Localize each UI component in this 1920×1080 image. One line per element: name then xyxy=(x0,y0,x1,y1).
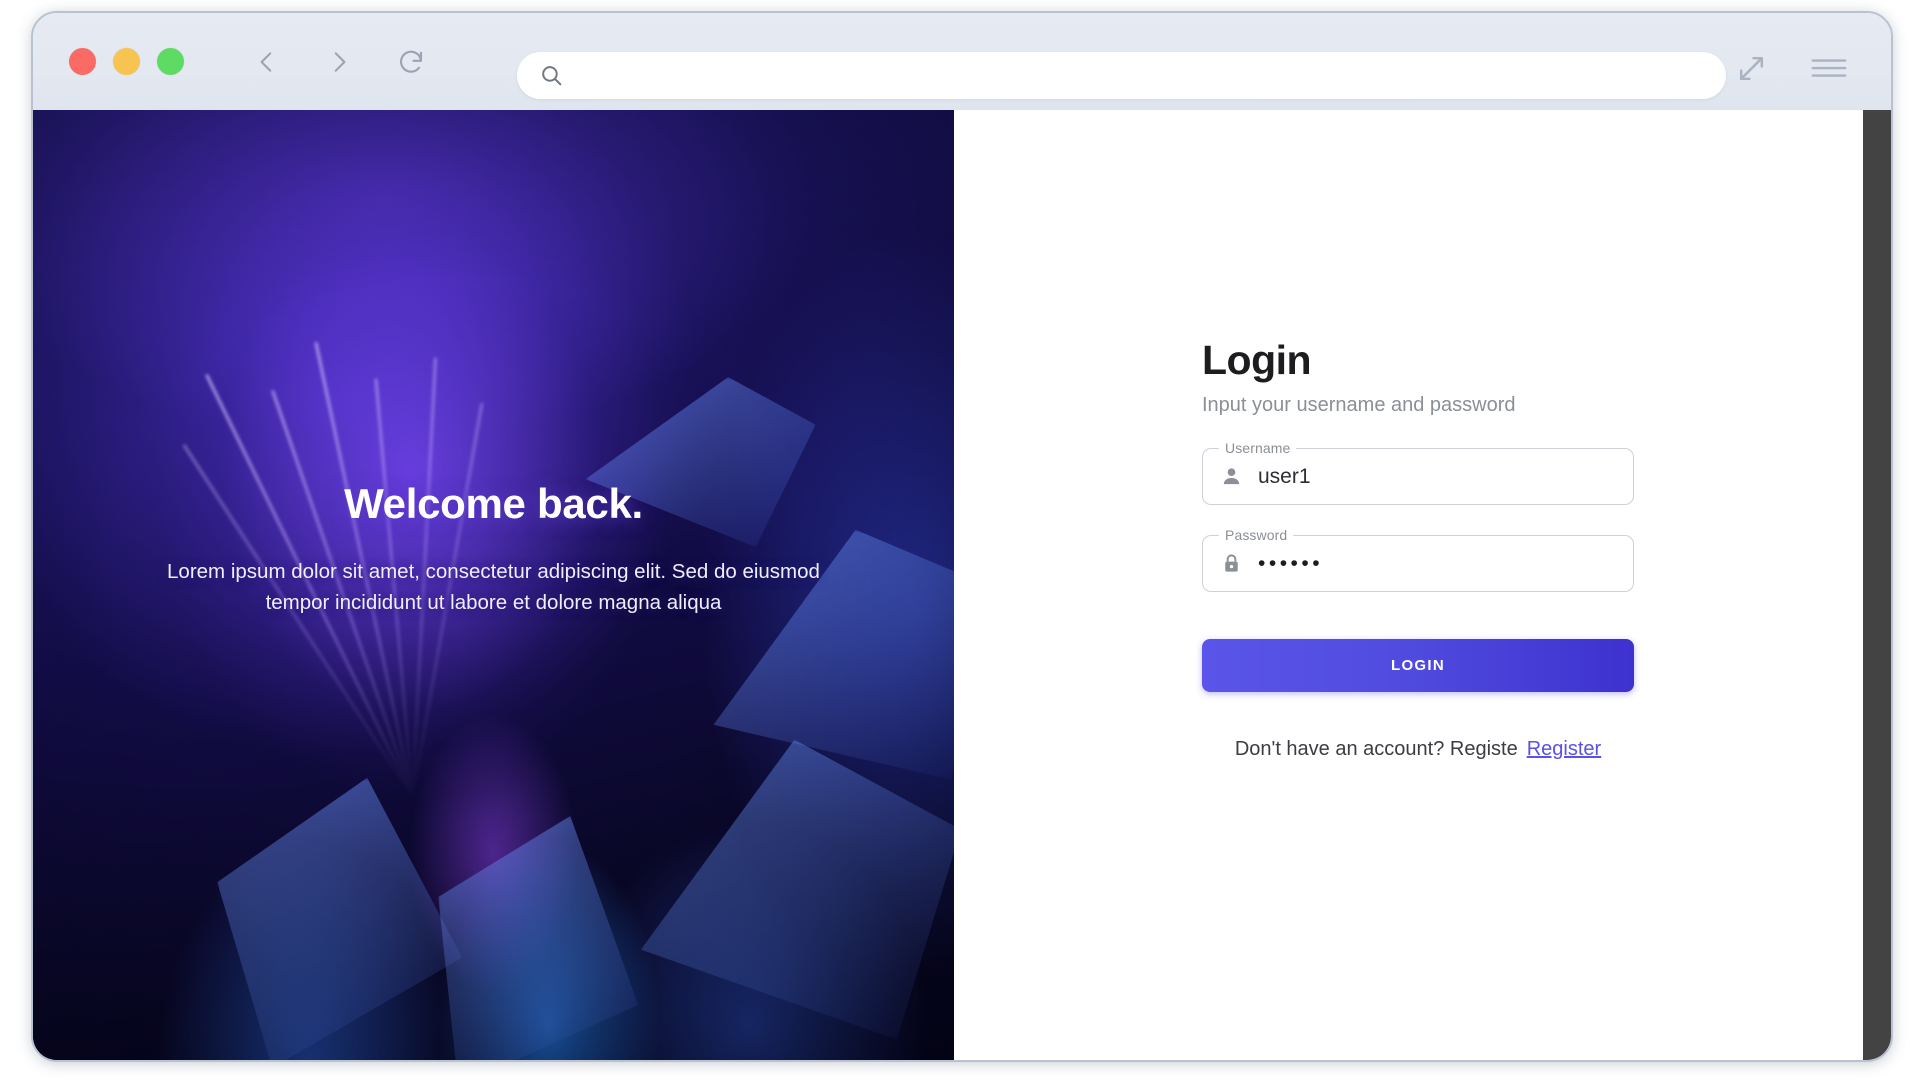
login-panel: Login Input your username and password U… xyxy=(954,110,1891,1060)
register-row: Don't have an account? Registe Register xyxy=(1202,738,1634,761)
username-input[interactable] xyxy=(1258,464,1619,489)
hero-text-block: Welcome back. Lorem ipsum dolor sit amet… xyxy=(33,480,954,618)
password-label: Password xyxy=(1219,527,1294,543)
username-label: Username xyxy=(1219,440,1297,456)
page-scrollbar[interactable] xyxy=(1863,110,1891,1060)
register-link[interactable]: Register xyxy=(1527,738,1601,760)
hero-subtitle: Lorem ipsum dolor sit amet, consectetur … xyxy=(167,560,820,614)
toolbar-right-actions xyxy=(1735,51,1849,85)
browser-toolbar xyxy=(33,13,1891,110)
login-form: Login Input your username and password U… xyxy=(1202,337,1634,761)
reload-button[interactable] xyxy=(391,42,431,82)
chevron-right-icon xyxy=(334,51,346,72)
hero-panel: Welcome back. Lorem ipsum dolor sit amet… xyxy=(33,110,954,1060)
hamburger-menu-icon xyxy=(1811,59,1847,77)
hero-title: Welcome back. xyxy=(344,480,643,527)
browser-window: Welcome back. Lorem ipsum dolor sit amet… xyxy=(31,11,1893,1062)
password-field[interactable]: Password •••••• xyxy=(1202,527,1634,592)
register-prompt-text: Don't have an account? Registe xyxy=(1234,738,1518,760)
reload-icon xyxy=(399,50,423,73)
search-icon xyxy=(539,63,564,88)
expand-arrows-icon xyxy=(1739,56,1764,80)
login-subtitle: Input your username and password xyxy=(1202,394,1516,416)
page-content: Welcome back. Lorem ipsum dolor sit amet… xyxy=(33,110,1891,1060)
page-title: Login xyxy=(1202,337,1312,383)
lock-icon xyxy=(1220,552,1243,575)
maximize-window-button[interactable] xyxy=(157,48,184,75)
back-button[interactable] xyxy=(247,42,287,82)
fullscreen-button[interactable] xyxy=(1735,52,1768,85)
chevron-left-icon xyxy=(260,51,272,72)
forward-button[interactable] xyxy=(319,42,359,82)
person-icon xyxy=(1220,465,1243,488)
address-bar[interactable] xyxy=(517,52,1726,99)
password-input[interactable]: •••••• xyxy=(1258,553,1633,574)
minimize-window-button[interactable] xyxy=(113,48,140,75)
address-bar-input[interactable] xyxy=(578,64,1706,87)
traffic-lights xyxy=(69,48,184,75)
login-button[interactable]: LOGIN xyxy=(1202,639,1634,692)
menu-button[interactable] xyxy=(1809,51,1849,85)
close-window-button[interactable] xyxy=(69,48,96,75)
username-field[interactable]: Username xyxy=(1202,440,1634,505)
navigation-buttons xyxy=(247,42,431,82)
